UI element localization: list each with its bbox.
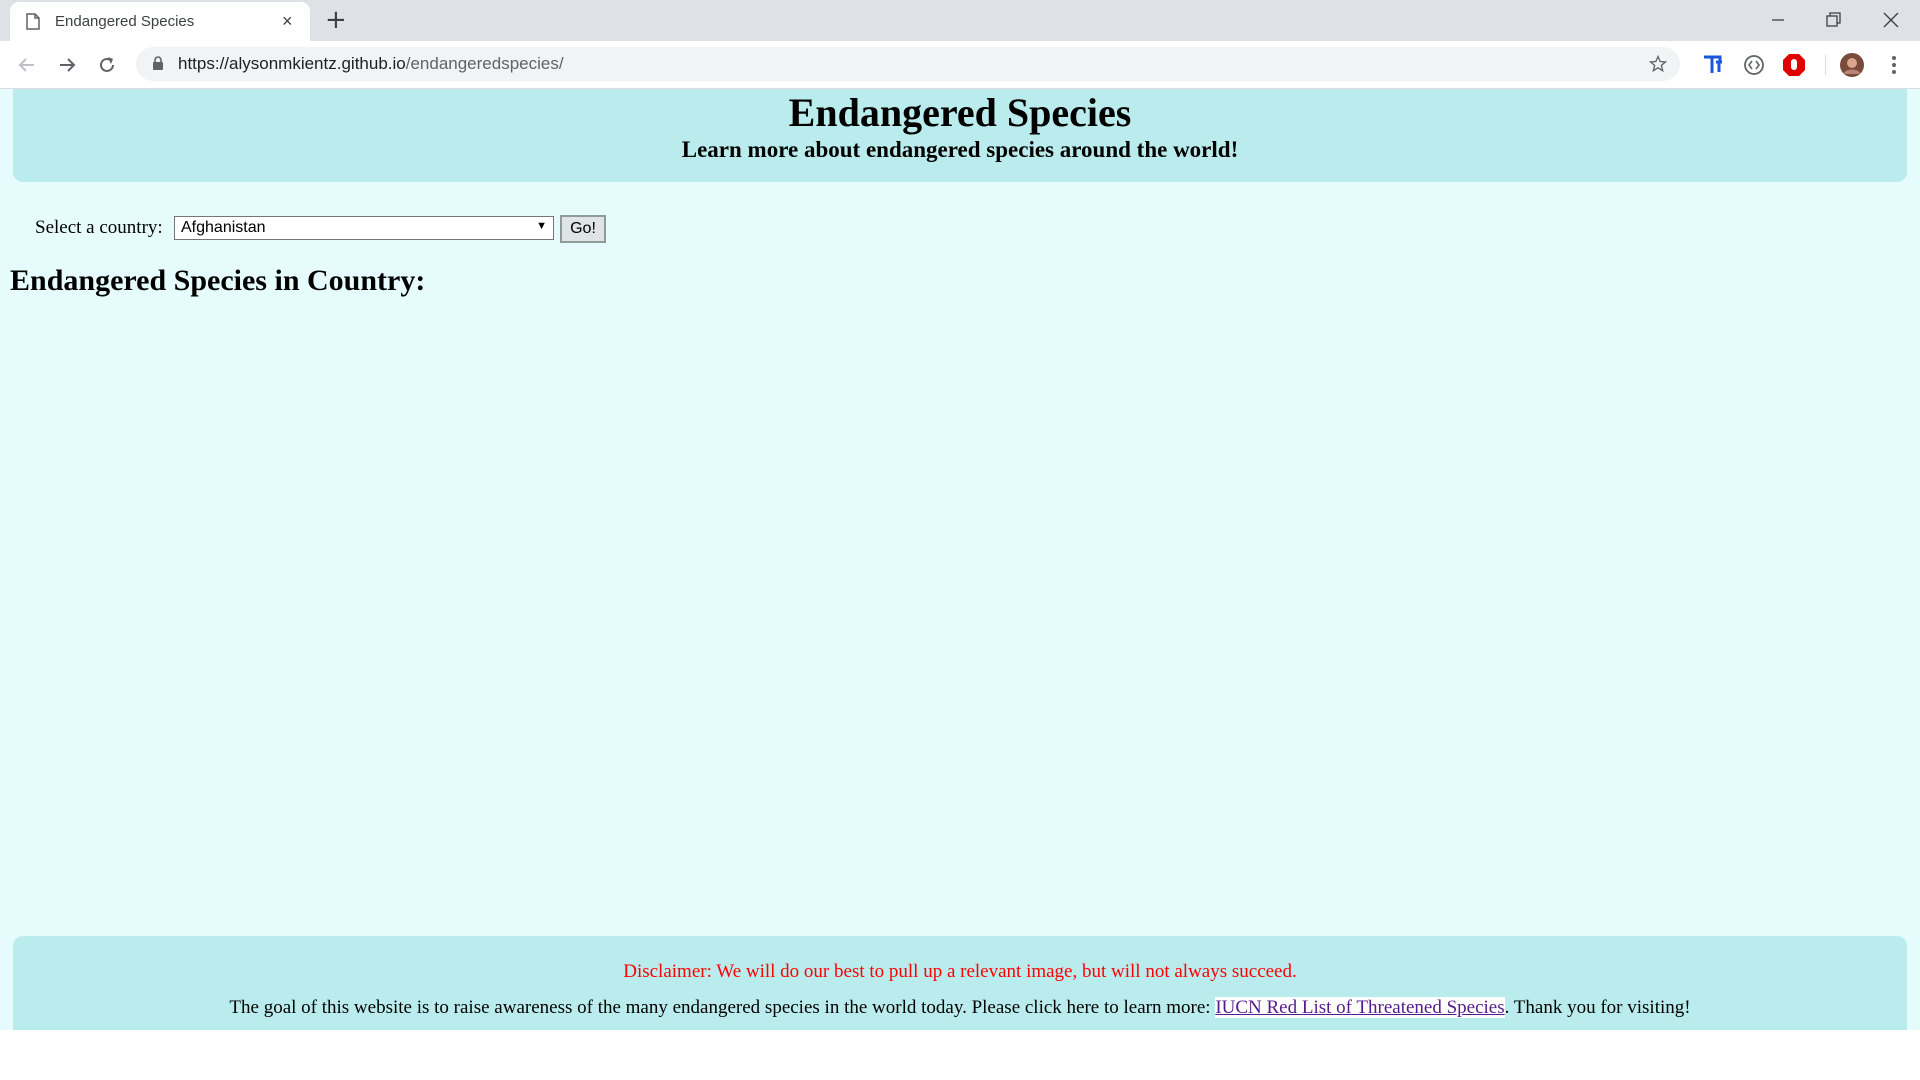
goal-text-prefix: The goal of this website is to raise awa… <box>229 997 1216 1018</box>
country-select-label: Select a country: <box>35 217 163 238</box>
back-arrow-icon[interactable] <box>15 53 39 77</box>
blank-area <box>0 1030 1920 1080</box>
restore-icon[interactable] <box>1821 8 1845 32</box>
profile-avatar-icon[interactable] <box>1839 52 1865 78</box>
chevron-down-icon: ▼ <box>536 220 547 232</box>
translate-extension-icon[interactable] <box>1700 52 1726 78</box>
adblock-extension-icon[interactable] <box>1781 52 1807 78</box>
url-text[interactable]: https://alysonmkientz.github.io/endanger… <box>178 54 564 74</box>
forward-arrow-icon[interactable] <box>55 53 79 77</box>
goal-text: The goal of this website is to raise awa… <box>13 997 1907 1019</box>
iucn-red-list-link[interactable]: IUCN Red List of Threatened Species <box>1215 997 1505 1018</box>
page-content: Endangered Species Learn more about enda… <box>0 89 1920 1030</box>
results-heading: Endangered Species in Country: <box>10 264 426 297</box>
reload-icon[interactable] <box>95 53 119 77</box>
country-select[interactable]: Afghanistan ▼ <box>174 216 554 240</box>
lock-icon[interactable] <box>152 56 164 71</box>
site-subtitle: Learn more about endangered species arou… <box>681 137 1239 162</box>
url-path: /endangeredspecies/ <box>405 54 564 73</box>
window-close-icon[interactable] <box>1879 8 1903 32</box>
new-tab-icon[interactable]: + <box>325 7 347 33</box>
country-select-value: Afghanistan <box>181 219 266 236</box>
browser-tab-strip: Endangered Species × + <box>0 0 1920 41</box>
code-extension-icon[interactable] <box>1741 52 1767 78</box>
disclaimer-text: Disclaimer: We will do our best to pull … <box>623 961 1297 982</box>
site-title: Endangered Species <box>788 90 1132 135</box>
toolbar-divider <box>1825 55 1826 75</box>
url-host: https://alysonmkientz.github.io <box>178 54 406 73</box>
go-button[interactable]: Go! <box>560 215 606 243</box>
goal-text-suffix: . Thank you for visiting! <box>1504 997 1691 1018</box>
minimize-icon[interactable] <box>1766 8 1790 32</box>
site-header: Endangered Species Learn more about enda… <box>13 89 1907 182</box>
address-bar[interactable]: https://alysonmkientz.github.io/endanger… <box>136 47 1680 81</box>
site-footer: Disclaimer: We will do our best to pull … <box>13 936 1907 1030</box>
browser-toolbar: https://alysonmkientz.github.io/endanger… <box>0 41 1920 89</box>
tab-close-icon[interactable]: × <box>282 12 293 30</box>
document-icon <box>26 13 40 30</box>
chrome-menu-icon[interactable] <box>1881 52 1907 78</box>
bookmark-star-icon[interactable] <box>1648 54 1668 74</box>
browser-tab[interactable]: Endangered Species × <box>10 2 310 41</box>
tab-title: Endangered Species <box>55 13 195 30</box>
